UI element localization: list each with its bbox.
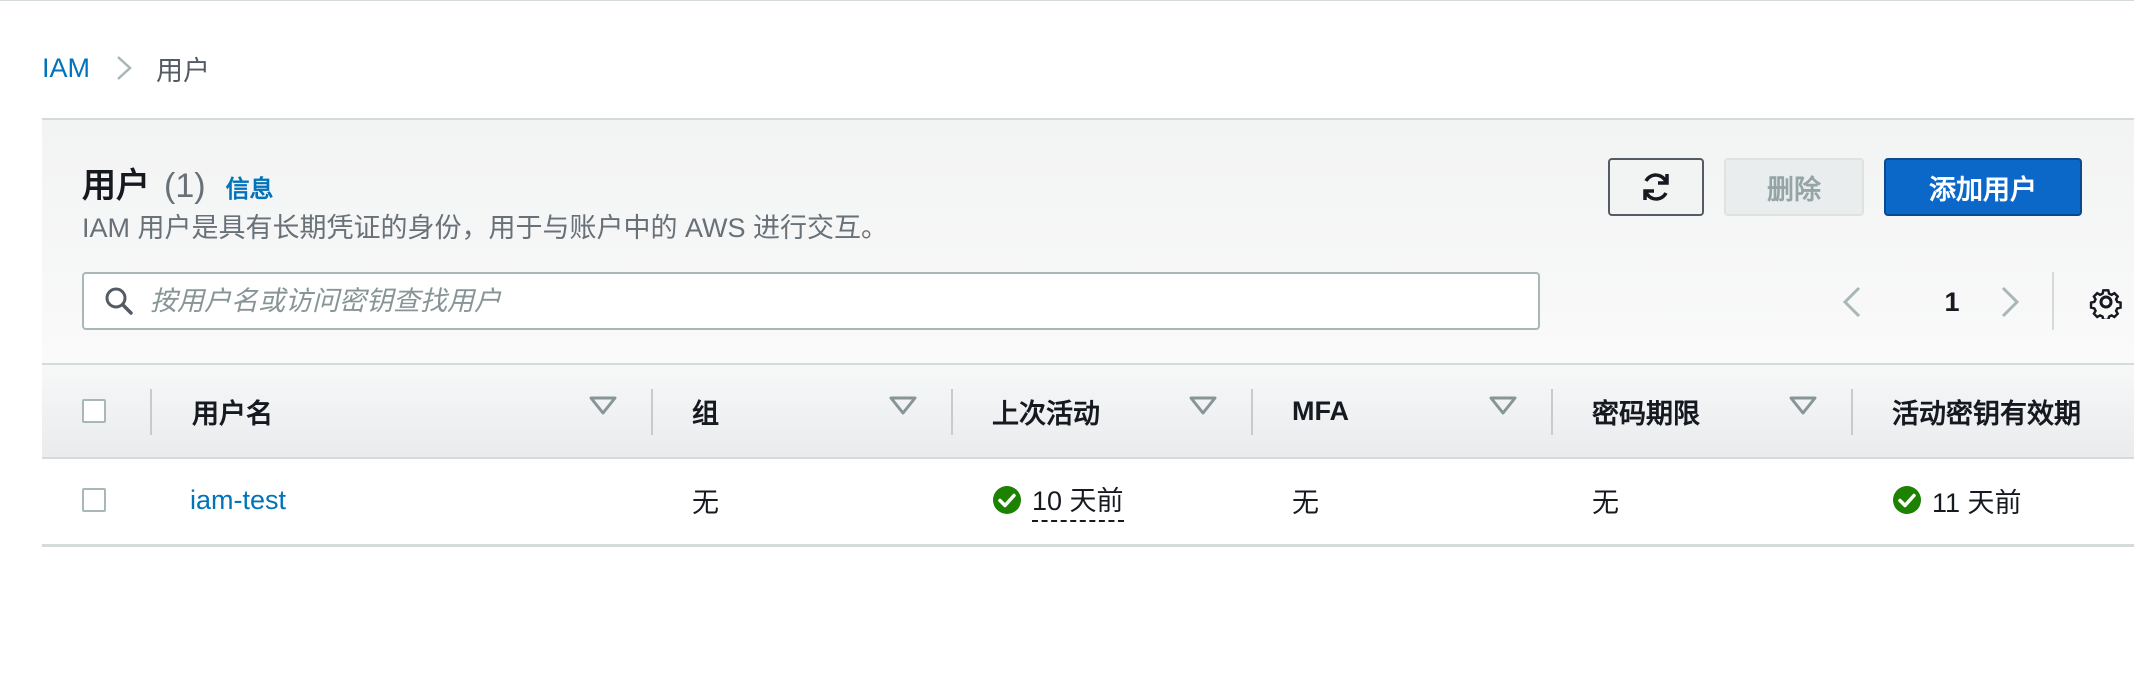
search-icon: [104, 286, 134, 316]
breadcrumb-iam-link[interactable]: IAM: [42, 53, 90, 84]
last-activity-status[interactable]: 10 天前: [992, 479, 1124, 522]
delete-button[interactable]: 删除: [1724, 158, 1864, 216]
top-divider: [0, 0, 2134, 1]
column-divider: [1251, 389, 1253, 435]
search-field[interactable]: [82, 272, 1540, 330]
panel-header: 用户 (1) 信息 IAM 用户是具有长期凭证的身份，用于与账户中的 AWS 进…: [42, 120, 2134, 363]
last-activity-value[interactable]: 10 天前: [1032, 479, 1124, 522]
sort-caret-icon[interactable]: [1488, 395, 1518, 417]
next-page-button[interactable]: [1990, 280, 2030, 324]
chevron-left-icon: [1842, 286, 1861, 318]
chevron-right-icon: [2001, 286, 2020, 318]
column-header-username[interactable]: 用户名: [192, 365, 273, 457]
column-header-groups[interactable]: 组: [692, 365, 719, 457]
success-check-icon: [993, 486, 1021, 514]
table-header: 用户名 组 上次活动 MFA 密码期限 活动密钥有效期: [42, 363, 2134, 459]
groups-cell: 无: [692, 487, 719, 518]
table-row: iam-test 无 10 天前 无 无 11 天前: [42, 459, 2134, 541]
refresh-icon: [1639, 170, 1673, 204]
mfa-cell: 无: [1292, 487, 1319, 518]
info-link[interactable]: 信息: [226, 169, 274, 204]
password-age-cell: 无: [1592, 487, 1619, 518]
sort-caret-icon[interactable]: [888, 395, 918, 417]
refresh-button[interactable]: [1608, 158, 1704, 216]
column-header-active-key-age[interactable]: 活动密钥有效期: [1892, 365, 2081, 457]
success-check-icon: [1893, 486, 1921, 514]
sort-caret-icon[interactable]: [588, 395, 618, 417]
sort-caret-icon[interactable]: [1188, 395, 1218, 417]
select-all-checkbox[interactable]: [82, 399, 106, 423]
current-page[interactable]: 1: [1932, 280, 1972, 324]
breadcrumb-current: 用户: [156, 55, 211, 86]
column-header-mfa[interactable]: MFA: [1292, 365, 1349, 457]
column-header-last-activity[interactable]: 上次活动: [992, 365, 1100, 457]
table-settings-button[interactable]: [2084, 280, 2128, 324]
panel-title: 用户: [82, 167, 150, 205]
panel-title-row: 用户 (1) 信息: [82, 158, 274, 207]
previous-page-button[interactable]: [1832, 280, 1872, 324]
users-panel: 用户 (1) 信息 IAM 用户是具有长期凭证的身份，用于与账户中的 AWS 进…: [42, 118, 2134, 547]
column-divider: [150, 389, 152, 435]
column-header-password-age[interactable]: 密码期限: [1592, 365, 1700, 457]
panel-description: IAM 用户是具有长期凭证的身份，用于与账户中的 AWS 进行交互。: [82, 213, 889, 243]
row-select-checkbox[interactable]: [82, 488, 106, 512]
column-divider: [951, 389, 953, 435]
user-count: (1): [164, 167, 206, 205]
chevron-right-icon: [116, 55, 132, 81]
column-divider: [1851, 389, 1853, 435]
add-user-button[interactable]: 添加用户: [1884, 158, 2082, 216]
pager-divider: [2052, 272, 2054, 330]
column-divider: [1551, 389, 1553, 435]
search-input[interactable]: [148, 284, 1502, 318]
active-key-age-value: 11 天前: [1932, 487, 2022, 518]
gear-icon: [2089, 285, 2123, 319]
column-divider: [651, 389, 653, 435]
username-link[interactable]: iam-test: [190, 485, 286, 516]
sort-caret-icon[interactable]: [1788, 395, 1818, 417]
breadcrumb: IAM 用户: [42, 50, 210, 86]
active-key-age-status: 11 天前: [1892, 481, 2022, 520]
